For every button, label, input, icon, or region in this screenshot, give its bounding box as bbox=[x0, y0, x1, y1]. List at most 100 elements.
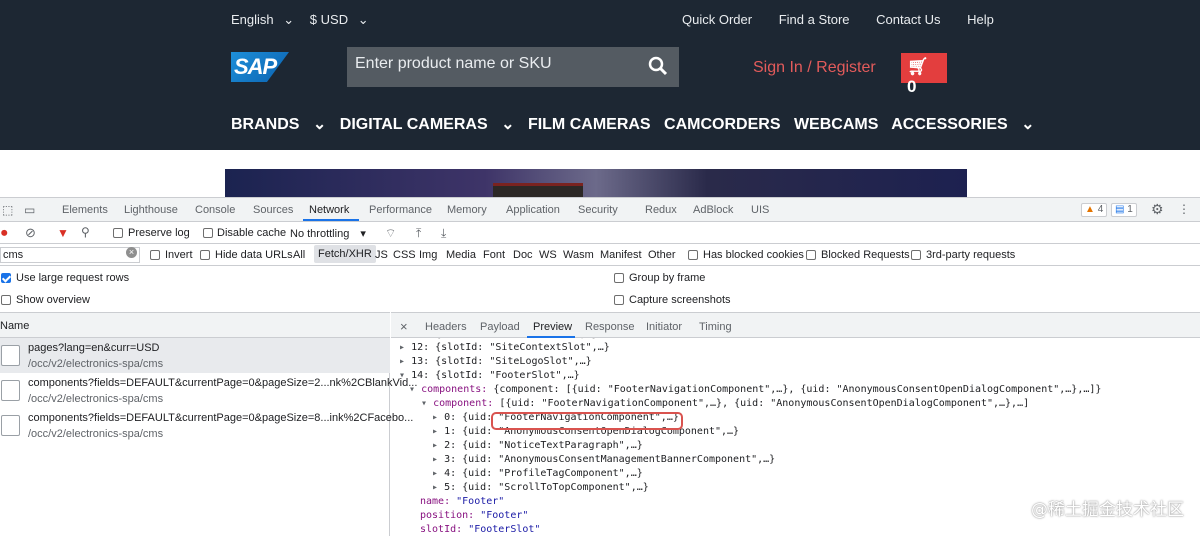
third-party-label: 3rd-party requests bbox=[926, 249, 1016, 261]
group-by-frame-checkbox[interactable] bbox=[614, 273, 624, 283]
language-selector[interactable]: English ⌄ bbox=[231, 12, 300, 27]
tab-lighthouse[interactable]: Lighthouse bbox=[124, 204, 178, 216]
search-input[interactable]: Enter product name or SKU bbox=[347, 47, 679, 87]
messages-badge[interactable]: ▤ 1 bbox=[1111, 203, 1137, 217]
json-array-item[interactable]: ▸ 5: {uid: "ScrollToTopComponent",…} bbox=[432, 481, 649, 495]
filter-icon[interactable]: ▼ bbox=[57, 226, 69, 240]
watermark: @稀土掘金技术社区 bbox=[1031, 500, 1184, 520]
export-har-icon[interactable]: ⤓ bbox=[441, 226, 446, 240]
find-store-link[interactable]: Find a Store bbox=[779, 12, 850, 27]
json-node[interactable]: ▾ 14: {slotId: "FooterSlot",…} bbox=[399, 369, 580, 383]
type-doc[interactable]: Doc bbox=[513, 249, 533, 261]
tab-timing[interactable]: Timing bbox=[699, 321, 732, 333]
preserve-log-checkbox[interactable] bbox=[113, 228, 123, 238]
inspect-element-icon[interactable]: ⬚ bbox=[2, 203, 13, 217]
nav-webcams[interactable]: WEBCAMS bbox=[794, 116, 878, 133]
type-all[interactable]: All bbox=[293, 249, 305, 261]
tab-redux[interactable]: Redux bbox=[645, 204, 677, 216]
json-node[interactable]: ▸ 12: {slotId: "SiteContextSlot",…} bbox=[399, 341, 610, 355]
sign-in-register-link[interactable]: Sign In / Register bbox=[753, 59, 876, 77]
blocked-requests-checkbox[interactable] bbox=[806, 250, 816, 260]
request-row[interactable]: components?fields=DEFAULT&currentPage=0&… bbox=[0, 408, 413, 443]
nav-accessories[interactable]: ACCESSORIES ⌄ bbox=[891, 116, 1034, 133]
type-ws[interactable]: WS bbox=[539, 249, 557, 261]
settings-gear-icon[interactable]: ⚙ bbox=[1151, 202, 1164, 216]
search-icon[interactable]: ⚲ bbox=[81, 225, 90, 239]
type-js[interactable]: JS bbox=[375, 249, 388, 261]
clear-icon[interactable]: ⊘ bbox=[25, 226, 36, 240]
more-options-icon[interactable]: ⋮ bbox=[1178, 202, 1190, 216]
tab-performance[interactable]: Performance bbox=[369, 204, 432, 216]
contact-us-link[interactable]: Contact Us bbox=[876, 12, 940, 27]
tab-payload[interactable]: Payload bbox=[480, 321, 520, 333]
nav-film-cameras[interactable]: FILM CAMERAS bbox=[528, 116, 651, 133]
name-column-header[interactable]: Name bbox=[0, 312, 390, 338]
type-wasm[interactable]: Wasm bbox=[563, 249, 594, 261]
nav-camcorders[interactable]: CAMCORDERS bbox=[664, 116, 780, 133]
filter-input[interactable]: cms bbox=[0, 247, 140, 263]
tab-initiator[interactable]: Initiator bbox=[646, 321, 682, 333]
tab-security[interactable]: Security bbox=[578, 204, 618, 216]
type-font[interactable]: Font bbox=[483, 249, 505, 261]
tab-uis[interactable]: UIS bbox=[751, 204, 769, 216]
warnings-badge[interactable]: ▲ 4 bbox=[1081, 203, 1108, 217]
json-node[interactable]: ▸ 13: {slotId: "SiteLogoSlot",…} bbox=[399, 355, 592, 369]
json-property: position: "Footer" bbox=[420, 510, 529, 521]
warning-icon: ▲ bbox=[1085, 204, 1095, 215]
json-node[interactable]: ▾ components: {component: [{uid: "Footer… bbox=[409, 383, 1101, 397]
throttling-select[interactable]: No throttling ▾ bbox=[290, 227, 366, 240]
large-rows-checkbox[interactable] bbox=[1, 273, 11, 283]
cart-button[interactable]: 🛒︎ 0 bbox=[901, 53, 947, 96]
request-row[interactable]: components?fields=DEFAULT&currentPage=0&… bbox=[0, 373, 417, 408]
currency-selector[interactable]: $ USD ⌄ bbox=[310, 12, 375, 27]
device-toolbar-icon[interactable]: ▭ bbox=[24, 203, 35, 217]
tab-application[interactable]: Application bbox=[506, 204, 560, 216]
group-by-frame-label: Group by frame bbox=[629, 272, 706, 284]
help-link[interactable]: Help bbox=[967, 12, 994, 27]
hero-banner[interactable] bbox=[225, 169, 967, 197]
third-party-checkbox[interactable] bbox=[911, 250, 921, 260]
tab-sources[interactable]: Sources bbox=[253, 204, 293, 216]
type-other[interactable]: Other bbox=[648, 249, 676, 261]
type-media[interactable]: Media bbox=[446, 249, 476, 261]
nav-brands[interactable]: BRANDS ⌄ bbox=[231, 116, 326, 133]
json-array-item[interactable]: ▸ 4: {uid: "ProfileTagComponent",…} bbox=[432, 467, 643, 481]
tab-memory[interactable]: Memory bbox=[447, 204, 487, 216]
close-icon[interactable]: × bbox=[400, 319, 408, 334]
json-array-item[interactable]: ▸ 3: {uid: "AnonymousConsentManagementBa… bbox=[432, 453, 775, 467]
cart-count: 0 bbox=[907, 77, 917, 96]
show-overview-checkbox[interactable] bbox=[1, 295, 11, 305]
tab-headers[interactable]: Headers bbox=[425, 321, 467, 333]
type-img[interactable]: Img bbox=[419, 249, 437, 261]
tab-console[interactable]: Console bbox=[195, 204, 235, 216]
filter-bar: cms × Invert Hide data URLs All Fetch/XH… bbox=[0, 244, 1200, 266]
json-array-item[interactable]: ▸ 2: {uid: "NoticeTextParagraph",…} bbox=[432, 439, 643, 453]
clear-filter-icon[interactable]: × bbox=[126, 247, 137, 258]
network-toolbar: ⏺ ⊘ ▼ ⚲ Preserve log Disable cache No th… bbox=[0, 222, 1200, 244]
sap-logo[interactable]: SAP bbox=[231, 52, 289, 82]
search-icon[interactable] bbox=[647, 55, 669, 77]
import-har-icon[interactable]: ⤒ bbox=[416, 226, 421, 240]
invert-checkbox[interactable] bbox=[150, 250, 160, 260]
type-fetch-xhr[interactable]: Fetch/XHR bbox=[314, 245, 376, 263]
tab-response[interactable]: Response bbox=[585, 321, 635, 333]
json-node[interactable]: ▾ component: [{uid: "FooterNavigationCom… bbox=[421, 397, 1029, 411]
tab-preview[interactable]: Preview bbox=[533, 321, 572, 333]
tab-elements[interactable]: Elements bbox=[62, 204, 108, 216]
hide-data-urls-checkbox[interactable] bbox=[200, 250, 210, 260]
xhr-file-icon bbox=[1, 380, 20, 401]
cart-icon: 🛒︎ bbox=[907, 57, 929, 76]
network-conditions-icon[interactable]: ⌔ bbox=[385, 226, 396, 240]
record-icon[interactable]: ⏺ bbox=[1, 226, 8, 240]
blocked-cookies-checkbox[interactable] bbox=[688, 250, 698, 260]
type-manifest[interactable]: Manifest bbox=[600, 249, 642, 261]
tab-network[interactable]: Network bbox=[309, 204, 349, 216]
disable-cache-checkbox[interactable] bbox=[203, 228, 213, 238]
type-css[interactable]: CSS bbox=[393, 249, 416, 261]
nav-digital-cameras[interactable]: DIGITAL CAMERAS ⌄ bbox=[340, 116, 515, 133]
capture-screenshots-checkbox[interactable] bbox=[614, 295, 624, 305]
tab-adblock[interactable]: AdBlock bbox=[693, 204, 733, 216]
json-property: name: "Footer" bbox=[420, 496, 505, 507]
request-row[interactable]: pages?lang=en&curr=USD /occ/v2/electroni… bbox=[0, 338, 390, 373]
quick-order-link[interactable]: Quick Order bbox=[682, 12, 752, 27]
